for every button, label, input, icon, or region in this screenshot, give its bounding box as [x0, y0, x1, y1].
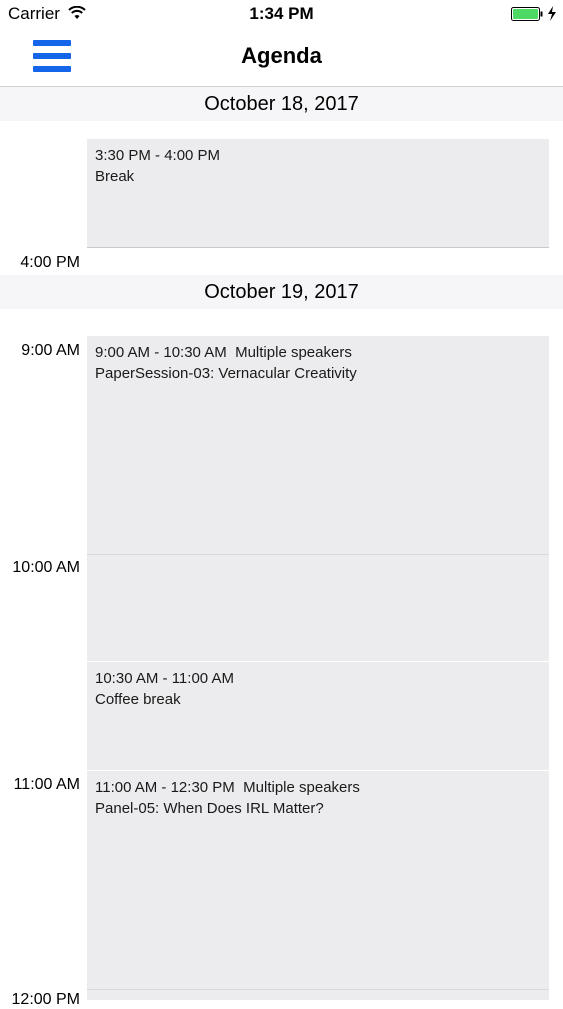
event-speakers: Multiple speakers [243, 779, 360, 796]
event-title: PaperSession-03: Vernacular Creativity [95, 365, 357, 382]
agenda-event[interactable]: 3:30 PM - 4:00 PM Break [87, 139, 549, 247]
status-bar: Carrier 1:34 PM [0, 0, 563, 28]
time-label: 11:00 AM [13, 776, 80, 793]
agenda-event[interactable]: 9:00 AM - 10:30 AM Multiple speakers Pap… [87, 336, 549, 661]
event-speakers: Multiple speakers [235, 344, 352, 361]
agenda-event[interactable]: 10:30 AM - 11:00 AM Coffee break [87, 662, 549, 770]
hour-divider [87, 554, 549, 555]
time-label: 4:00 PM [20, 254, 80, 271]
event-time: 11:00 AM - 12:30 PM [95, 779, 235, 796]
time-label: 9:00 AM [21, 342, 80, 359]
event-title: Coffee break [95, 691, 181, 708]
clock: 1:34 PM [249, 4, 314, 23]
event-time: 10:30 AM - 11:00 AM [95, 670, 234, 687]
navigation-bar: Agenda [0, 28, 563, 87]
time-label: 12:00 PM [11, 991, 80, 1008]
day-header: October 19, 2017 [0, 275, 563, 309]
time-label: 10:00 AM [12, 559, 80, 576]
day-header: October 18, 2017 [0, 87, 563, 121]
hour-divider [87, 989, 549, 990]
event-time: 3:30 PM - 4:00 PM [95, 147, 221, 164]
battery-icon [511, 7, 543, 21]
event-time-speakers: 9:00 AM - 10:30 AM Multiple speakers [95, 342, 549, 363]
event-title: Panel-05: When Does IRL Matter? [95, 800, 324, 817]
event-time-speakers: 11:00 AM - 12:30 PM Multiple speakers [95, 777, 549, 798]
event-title: Break [95, 168, 135, 185]
agenda-event[interactable]: 11:00 AM - 12:30 PM Multiple speakers Pa… [87, 771, 549, 1000]
event-time: 9:00 AM - 10:30 AM [95, 344, 227, 361]
charging-bolt-icon [548, 6, 556, 21]
page-title: Agenda [241, 43, 322, 68]
